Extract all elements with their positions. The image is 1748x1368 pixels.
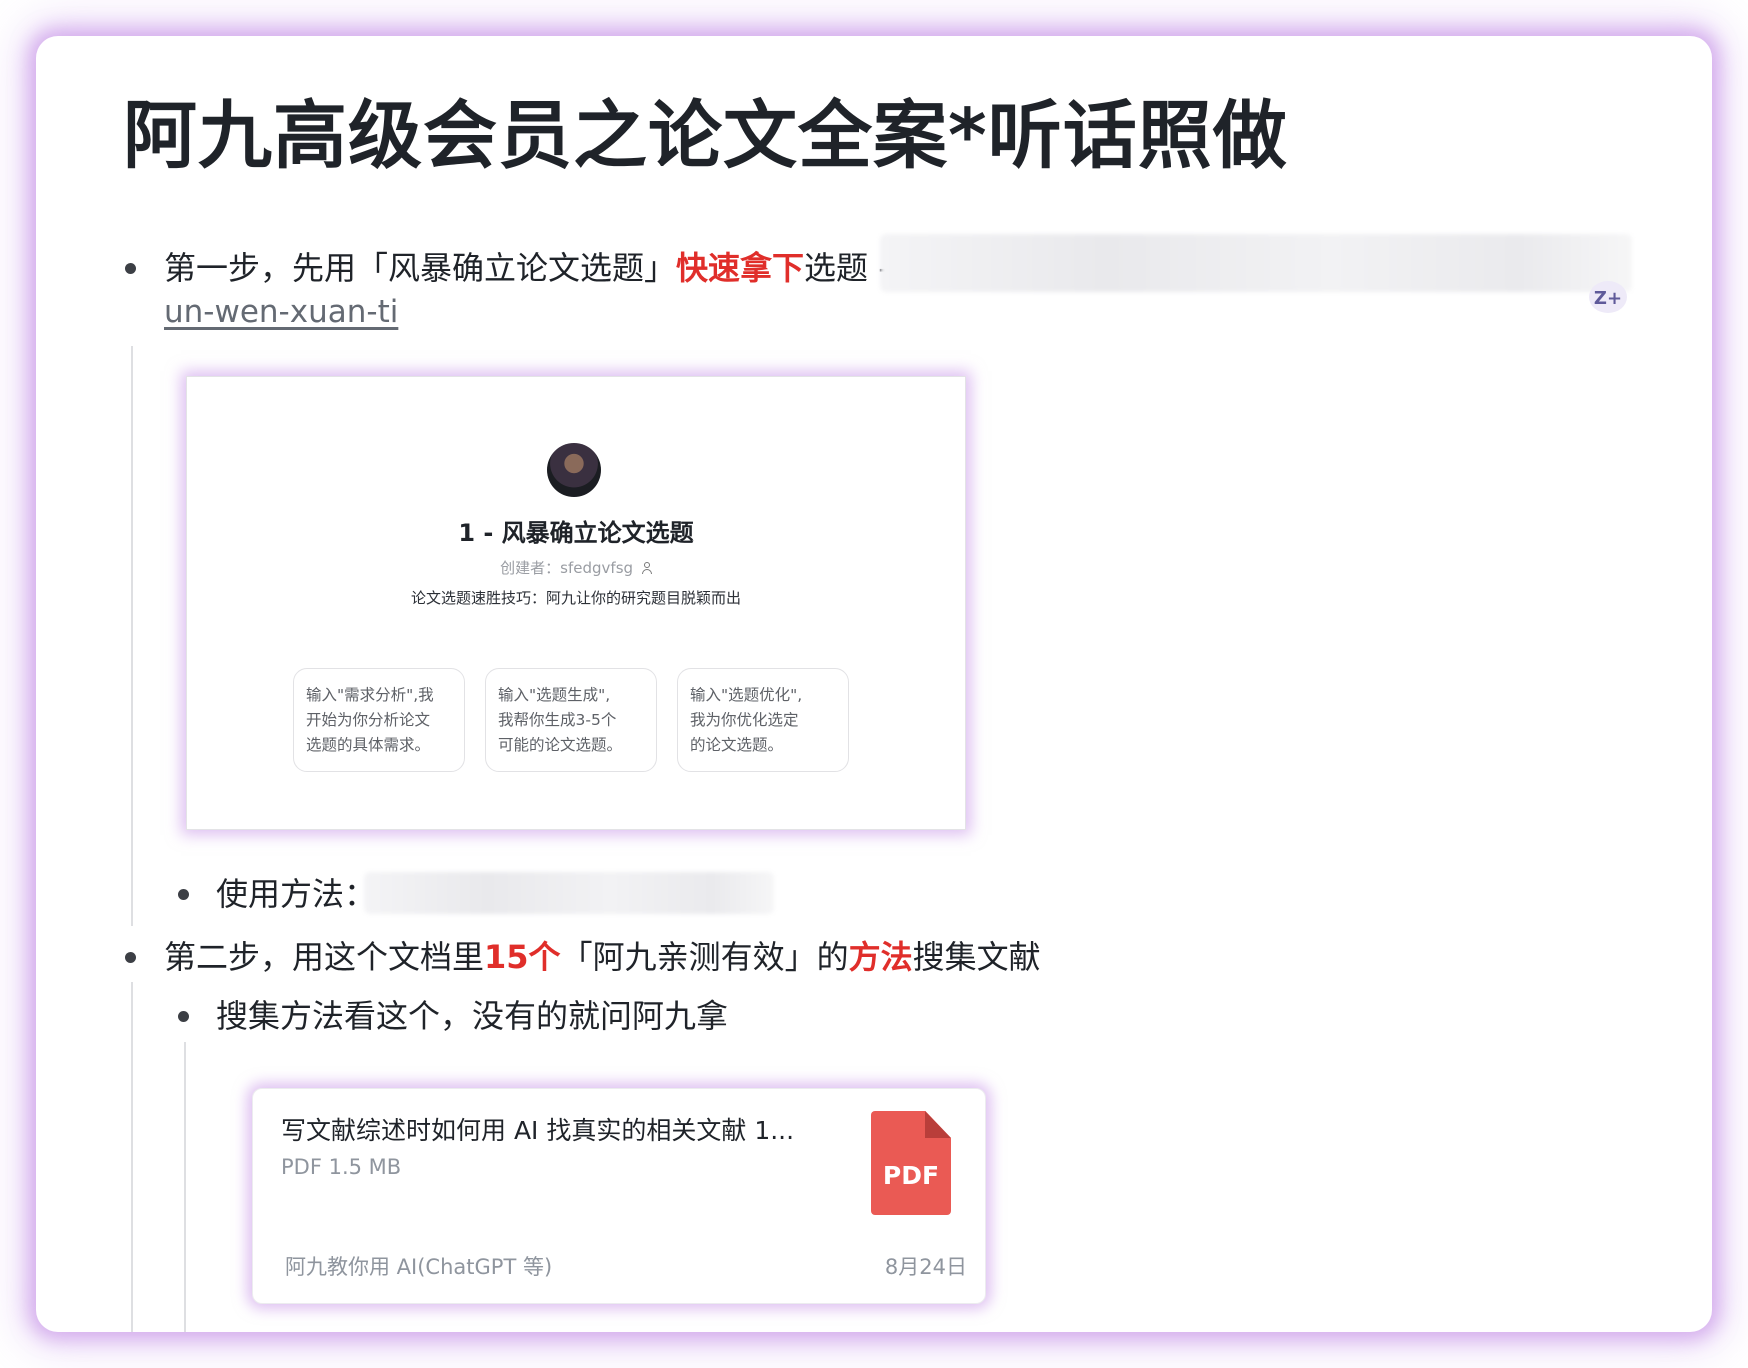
creator-label: 创建者： xyxy=(500,559,561,577)
pdf-file-name: 写文献综述时如何用 AI 找真实的相关文献 1... xyxy=(281,1116,795,1145)
step1-prefix: 第一步，先用「风暴确立论文选题」 xyxy=(164,249,677,287)
pdf-file-meta: PDF 1.5 MB xyxy=(281,1155,402,1179)
pdf-attachment-card[interactable]: 写文献综述时如何用 AI 找真实的相关文献 1... PDF 1.5 MB PD… xyxy=(252,1088,986,1304)
sub-bullet-text: 搜集方法看这个，没有的就问阿九拿 xyxy=(216,997,729,1035)
step2-text: 第二步，用这个文档里15个「阿九亲测有效」的方法搜集文献 xyxy=(164,935,1041,979)
indent-guide xyxy=(131,982,133,1332)
bullet-dot xyxy=(178,1011,189,1022)
indent-guide xyxy=(131,346,133,926)
usage-label: 使用方法： xyxy=(216,875,377,913)
page-title: 阿九高级会员之论文全案*听话照做 xyxy=(123,93,1288,179)
document-page: 阿九高级会员之论文全案*听话照做 第一步，先用「风暴确立论文选题」快速拿下选题 … xyxy=(36,36,1712,1332)
indent-guide xyxy=(184,1042,186,1332)
conversation-starter[interactable]: 输入"选题优化", 我为你优化选定 的论文选题。 xyxy=(677,668,849,772)
gpt-preview-card[interactable]: 1 - 风暴确立论文选题 创建者：sfedgvfsg 论文选题速胜技巧：阿九让你… xyxy=(186,376,966,830)
corner-badge-icon[interactable]: Z+ xyxy=(1589,281,1627,313)
gpt-title: 1 - 风暴确立论文选题 xyxy=(458,519,694,547)
bullet-dot xyxy=(178,889,189,900)
step1-highlight: 快速拿下 xyxy=(676,249,805,287)
step2-part2: 「阿九亲测有效」的 xyxy=(560,938,849,976)
person-icon xyxy=(641,562,652,574)
step2-highlight-method: 方法 xyxy=(848,938,913,976)
bullet-dot xyxy=(125,263,136,274)
redacted-usage xyxy=(364,872,774,914)
bullet-dot xyxy=(125,952,136,963)
step2-part1: 第二步，用这个文档里 xyxy=(164,938,485,976)
gpt-link[interactable]: un-wen-xuan-ti xyxy=(164,294,398,330)
conversation-starter[interactable]: 输入"需求分析",我 开始为你分析论文 选题的具体需求。 xyxy=(293,668,465,772)
gpt-creator: 创建者：sfedgvfsg xyxy=(187,557,965,578)
creator-name: sfedgvfsg xyxy=(560,559,634,577)
step1-suffix: 选题 - xyxy=(804,249,890,287)
pdf-date: 8月24日 xyxy=(884,1255,967,1279)
pdf-source: 阿九教你用 AI(ChatGPT 等) xyxy=(285,1255,553,1279)
gpt-description: 论文选题速胜技巧：阿九让你的研究题目脱颖而出 xyxy=(410,589,741,607)
avatar xyxy=(547,443,601,497)
step2-highlight-count: 15个 xyxy=(484,938,561,976)
redacted-link xyxy=(880,234,1632,292)
step1-text: 第一步，先用「风暴确立论文选题」快速拿下选题 - xyxy=(164,246,890,290)
step2-part3: 搜集文献 xyxy=(912,938,1041,976)
pdf-icon-label: PDF xyxy=(882,1161,940,1190)
conversation-starter[interactable]: 输入"选题生成", 我帮你生成3-5个 可能的论文选题。 xyxy=(485,668,657,772)
